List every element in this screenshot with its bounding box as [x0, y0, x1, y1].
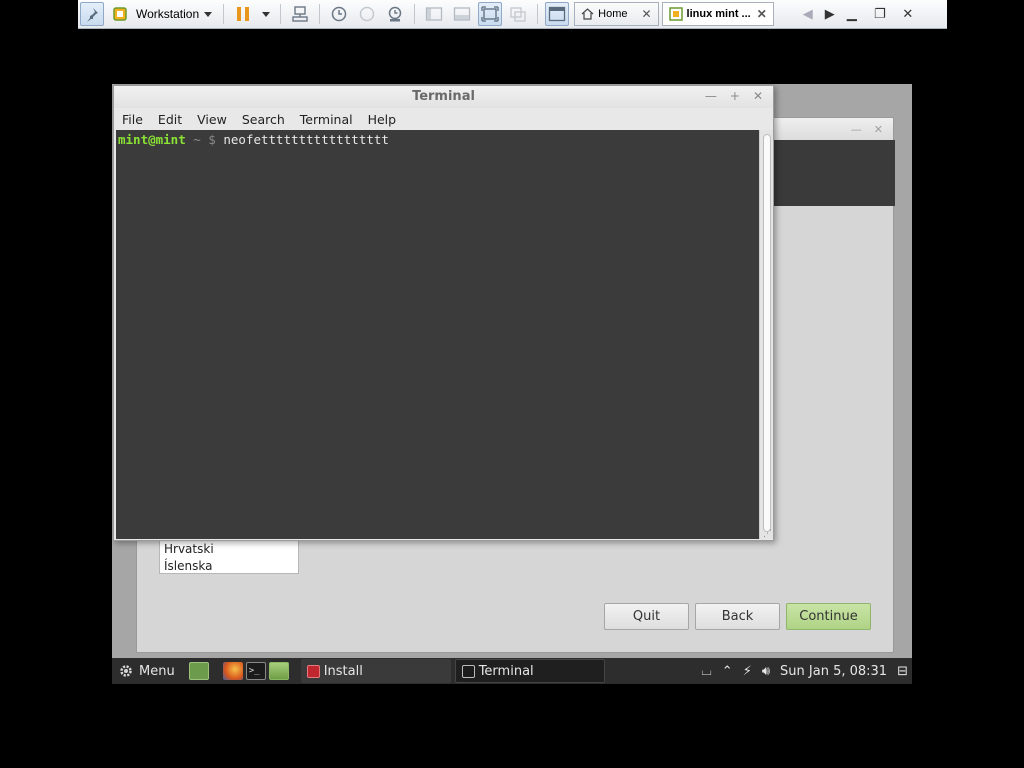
- workspace-switcher-icon[interactable]: ⊟: [897, 664, 908, 679]
- restore-icon[interactable]: ❐: [866, 7, 894, 22]
- installer-app-icon: [306, 664, 320, 678]
- tab-home-label: Home: [598, 8, 628, 20]
- menu-search[interactable]: Search: [242, 112, 285, 127]
- terminal-menubar: File Edit View Search Terminal Help: [114, 108, 773, 130]
- fullscreen-icon[interactable]: [478, 2, 503, 26]
- window-title: Terminal: [412, 89, 475, 104]
- terminal-window[interactable]: Terminal — + ✕ File Edit View Search Ter…: [113, 85, 774, 541]
- scrollbar-thumb[interactable]: [763, 134, 771, 532]
- minimize-icon[interactable]: —: [851, 123, 862, 136]
- prompt-user: mint@mint: [118, 132, 186, 147]
- tab-scroll-right-icon[interactable]: ▶: [822, 7, 838, 22]
- task-label: Install: [323, 663, 363, 679]
- menu-help[interactable]: Help: [368, 112, 397, 127]
- close-icon[interactable]: ✕: [894, 7, 922, 22]
- keyboard-icon[interactable]: ⌴: [701, 664, 711, 679]
- firefox-icon[interactable]: [222, 662, 243, 680]
- console-view-icon[interactable]: [545, 2, 570, 26]
- close-tab-icon[interactable]: ✕: [757, 7, 767, 21]
- home-icon: [581, 8, 594, 20]
- terminal-launcher-icon[interactable]: >_: [245, 662, 266, 680]
- terminal-app-icon: [461, 664, 475, 678]
- workstation-menu[interactable]: Workstation: [136, 7, 213, 21]
- menu-edit[interactable]: Edit: [158, 112, 182, 127]
- quit-button[interactable]: Quit: [604, 603, 689, 630]
- terminal-output[interactable]: mint@mint ~ $ neofettttttttttttttttt: [116, 130, 759, 539]
- pause-button[interactable]: [231, 2, 255, 26]
- snapshot-take-icon[interactable]: [327, 2, 351, 26]
- list-item[interactable]: Íslenska: [164, 558, 298, 575]
- tab-linux-mint[interactable]: linux mint ... ✕: [661, 2, 774, 26]
- minimize-icon[interactable]: ▁: [838, 7, 866, 22]
- close-icon[interactable]: ✕: [874, 123, 883, 136]
- folder-icon[interactable]: [268, 662, 289, 680]
- language-list[interactable]: Hrvatski Íslenska: [159, 540, 299, 574]
- menu-file[interactable]: File: [122, 112, 143, 127]
- network-status-icon[interactable]: ⚡: [743, 664, 752, 679]
- toolbar-divider: [537, 4, 539, 24]
- resize-grip-icon[interactable]: ⋰: [763, 529, 772, 539]
- scrollbar[interactable]: [759, 130, 773, 539]
- network-icon[interactable]: [288, 2, 312, 26]
- vm-icon: [668, 7, 683, 21]
- menu-button[interactable]: Menu: [118, 663, 175, 679]
- menu-label: Menu: [139, 663, 175, 679]
- gear-icon: [120, 665, 132, 677]
- maximize-icon[interactable]: +: [730, 89, 740, 103]
- toolbar-divider: [280, 4, 282, 24]
- task-install[interactable]: Install: [300, 659, 451, 683]
- unity-icon[interactable]: [506, 2, 530, 26]
- back-button[interactable]: Back: [695, 603, 780, 630]
- menu-terminal[interactable]: Terminal: [300, 112, 353, 127]
- pin-icon[interactable]: [80, 2, 104, 26]
- close-tab-icon[interactable]: ✕: [641, 7, 651, 21]
- workstation-label: Workstation: [136, 7, 200, 21]
- toolbar-divider: [414, 4, 416, 24]
- command-text: neofettttttttttttttttt: [215, 132, 389, 147]
- minimize-icon[interactable]: —: [705, 89, 717, 103]
- continue-button[interactable]: Continue: [786, 603, 871, 630]
- taskbar: Menu >_ Install Terminal ⌴ ⌃ ⚡ 🔊︎ Sun Ja…: [112, 658, 912, 684]
- power-options-dropdown[interactable]: [262, 11, 271, 17]
- sidebar-view-icon[interactable]: [422, 2, 446, 26]
- snapshot-manager-icon[interactable]: [383, 2, 407, 26]
- list-item[interactable]: Hrvatski: [164, 541, 298, 558]
- show-desktop-icon[interactable]: [188, 662, 209, 680]
- prompt-path: ~ $: [185, 132, 216, 147]
- tab-home[interactable]: Home ✕: [574, 2, 659, 26]
- snapshot-revert-icon[interactable]: [355, 2, 379, 26]
- task-terminal[interactable]: Terminal: [454, 659, 605, 683]
- terminal-titlebar[interactable]: Terminal — + ✕: [114, 86, 773, 108]
- vmware-toolbar: Workstation Home ✕ linux mint ... ✕ ◀ ▶ …: [78, 0, 947, 29]
- tab-linux-mint-label: linux mint ...: [686, 8, 751, 20]
- menu-view[interactable]: View: [197, 112, 227, 127]
- chevron-down-icon: [204, 11, 213, 17]
- guest-screen: — ✕ Hrvatski Íslenska Quit Back Continue…: [112, 84, 912, 684]
- toolbar-divider: [319, 4, 321, 24]
- tab-scroll-left-icon[interactable]: ◀: [794, 7, 822, 22]
- chevron-up-icon[interactable]: ⌃: [722, 664, 733, 679]
- toolbar-divider: [223, 4, 225, 24]
- clock[interactable]: Sun Jan 5, 08:31: [780, 664, 887, 679]
- vmware-logo-icon: [108, 2, 132, 26]
- task-label: Terminal: [478, 663, 534, 679]
- volume-icon[interactable]: 🔊︎: [762, 664, 770, 679]
- close-icon[interactable]: ✕: [753, 89, 763, 103]
- thumbnail-view-icon[interactable]: [450, 2, 474, 26]
- system-tray: ⌴ ⌃ ⚡ 🔊︎ Sun Jan 5, 08:31 ⊟: [691, 658, 908, 684]
